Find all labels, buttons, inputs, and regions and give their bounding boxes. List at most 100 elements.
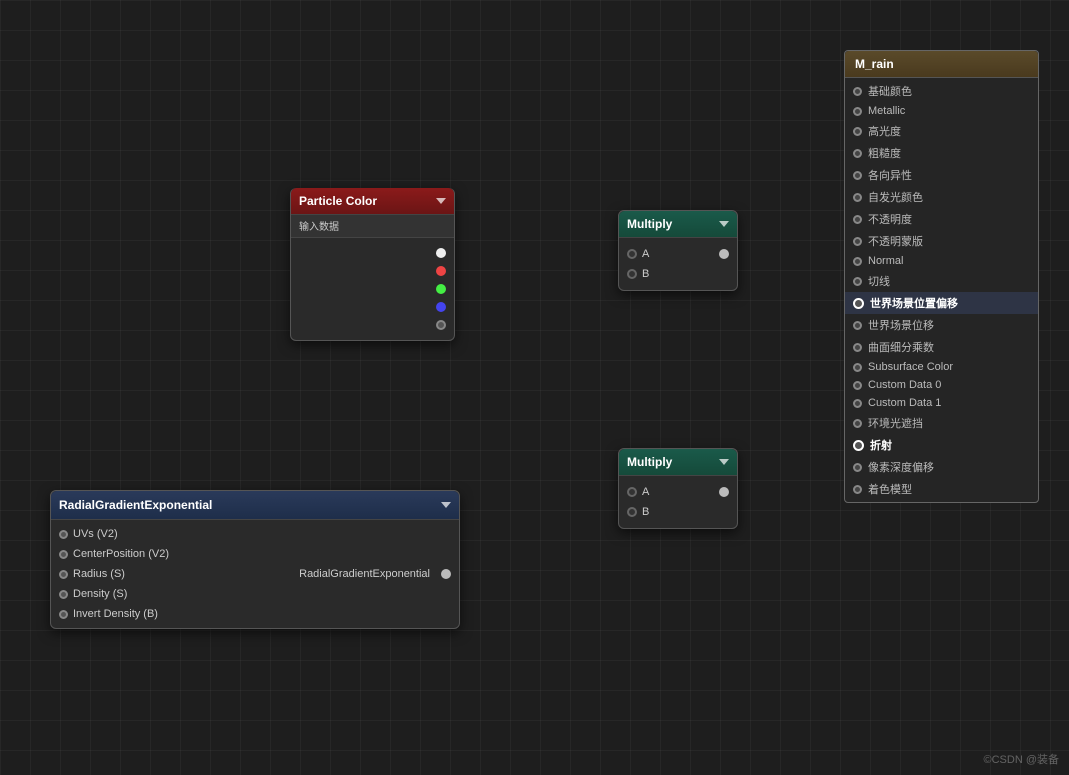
particle-color-node: Particle Color 输入数据 xyxy=(290,188,455,341)
radial-density-label: Density (S) xyxy=(73,588,127,600)
row-label-着色模型: 着色模型 xyxy=(868,481,912,497)
multiply2-pin-b-row: B xyxy=(619,502,737,522)
panel-row-折射[interactable]: 折射 xyxy=(845,434,1038,456)
row-label-世界场景位置偏移: 世界场景位置偏移 xyxy=(870,295,958,311)
radial-uvs-pin[interactable] xyxy=(59,530,68,539)
radial-header: RadialGradientExponential xyxy=(51,491,459,520)
row-label-像素深度偏移: 像素深度偏移 xyxy=(868,459,934,475)
panel-row-metallic[interactable]: Metallic xyxy=(845,102,1038,120)
row-label-切线: 切线 xyxy=(868,273,890,289)
panel-row-着色模型[interactable]: 着色模型 xyxy=(845,478,1038,500)
panel-row-环境光遮挡[interactable]: 环境光遮挡 xyxy=(845,412,1038,434)
row-label-粗糙度: 粗糙度 xyxy=(868,145,901,161)
radial-invert-label: Invert Density (B) xyxy=(73,608,158,620)
multiply2-pin-a-row: A xyxy=(619,482,737,502)
row-pin-世界场景位移 xyxy=(853,321,862,330)
radial-gradient-node: RadialGradientExponential UVs (V2) Cente… xyxy=(50,490,460,629)
multiply2-dropdown[interactable] xyxy=(719,459,729,465)
pin-blue[interactable] xyxy=(436,302,446,312)
particle-color-title: Particle Color xyxy=(299,194,377,208)
row-pin-subsurface xyxy=(853,363,862,372)
radial-output-pin[interactable] xyxy=(441,569,451,579)
pin-row-blue xyxy=(291,298,454,316)
pin-row-red xyxy=(291,262,454,280)
pin-gray[interactable] xyxy=(436,320,446,330)
panel-row-基础颜色[interactable]: 基础颜色 xyxy=(845,80,1038,102)
row-label-subsurface: Subsurface Color xyxy=(868,361,953,373)
row-label-环境光遮挡: 环境光遮挡 xyxy=(868,415,923,431)
panel-row-切线[interactable]: 切线 xyxy=(845,270,1038,292)
panel-row-粗糙度[interactable]: 粗糙度 xyxy=(845,142,1038,164)
panel-row-custom-data-1[interactable]: Custom Data 1 xyxy=(845,394,1038,412)
row-pin-custom-data-0 xyxy=(853,381,862,390)
panel-row-世界场景位置偏移[interactable]: 世界场景位置偏移 xyxy=(845,292,1038,314)
radial-center-pin[interactable] xyxy=(59,550,68,559)
panel-row-custom-data-0[interactable]: Custom Data 0 xyxy=(845,376,1038,394)
multiply2-body: A B xyxy=(619,476,737,528)
pin-white[interactable] xyxy=(436,248,446,258)
multiply-node-2: Multiply A B xyxy=(618,448,738,529)
radial-invert-pin[interactable] xyxy=(59,610,68,619)
radial-radius-label: Radius (S) xyxy=(73,568,125,580)
panel-row-高光度[interactable]: 高光度 xyxy=(845,120,1038,142)
radial-center-label: CenterPosition (V2) xyxy=(73,548,169,560)
row-pin-custom-data-1 xyxy=(853,399,862,408)
multiply1-pin-b-label: B xyxy=(642,268,649,280)
panel-row-不透明度[interactable]: 不透明度 xyxy=(845,208,1038,230)
panel-row-不透明蒙版[interactable]: 不透明蒙版 xyxy=(845,230,1038,252)
radial-dropdown[interactable] xyxy=(441,502,451,508)
pin-red[interactable] xyxy=(436,266,446,276)
multiply2-pin-a-label: A xyxy=(642,486,649,498)
row-label-不透明蒙版: 不透明蒙版 xyxy=(868,233,923,249)
multiply2-pin-b-in[interactable] xyxy=(627,507,637,517)
row-pin-自发光颜色 xyxy=(853,193,862,202)
multiply2-pin-a-in[interactable] xyxy=(627,487,637,497)
row-label-自发光颜色: 自发光颜色 xyxy=(868,189,923,205)
multiply1-header: Multiply xyxy=(619,211,737,238)
pin-row-white xyxy=(291,244,454,262)
pin-row-green xyxy=(291,280,454,298)
row-pin-环境光遮挡 xyxy=(853,419,862,428)
particle-color-body xyxy=(291,238,454,340)
row-label-高光度: 高光度 xyxy=(868,123,901,139)
panel-row-像素深度偏移[interactable]: 像素深度偏移 xyxy=(845,456,1038,478)
m-rain-header: M_rain xyxy=(845,51,1038,78)
pin-row-gray xyxy=(291,316,454,334)
panel-row-subsurface[interactable]: Subsurface Color xyxy=(845,358,1038,376)
panel-row-各向异性[interactable]: 各向异性 xyxy=(845,164,1038,186)
multiply1-dropdown[interactable] xyxy=(719,221,729,227)
panel-row-世界场景位移[interactable]: 世界场景位移 xyxy=(845,314,1038,336)
row-pin-metallic xyxy=(853,107,862,116)
multiply2-pin-out[interactable] xyxy=(719,487,729,497)
radial-uvs-label: UVs (V2) xyxy=(73,528,118,540)
radial-output: RadialGradientExponential xyxy=(291,520,459,628)
row-label-曲面细分乘数: 曲面细分乘数 xyxy=(868,339,934,355)
radial-inputs: UVs (V2) CenterPosition (V2) Radius (S) … xyxy=(51,520,291,628)
row-label-折射: 折射 xyxy=(870,437,892,453)
row-label-metallic: Metallic xyxy=(868,105,905,117)
radial-uvs-row: UVs (V2) xyxy=(51,524,291,544)
radial-density-pin[interactable] xyxy=(59,590,68,599)
m-rain-body: 基础颜色 Metallic 高光度 粗糙度 各向异性 自发光颜色 不透明度 不 xyxy=(845,78,1038,502)
radial-center-row: CenterPosition (V2) xyxy=(51,544,291,564)
panel-row-自发光颜色[interactable]: 自发光颜色 xyxy=(845,186,1038,208)
row-pin-着色模型 xyxy=(853,485,862,494)
multiply1-pin-b-in[interactable] xyxy=(627,269,637,279)
row-label-世界场景位移: 世界场景位移 xyxy=(868,317,934,333)
row-pin-不透明度 xyxy=(853,215,862,224)
multiply2-title: Multiply xyxy=(627,455,672,469)
radial-radius-pin[interactable] xyxy=(59,570,68,579)
pin-green[interactable] xyxy=(436,284,446,294)
m-rain-title: M_rain xyxy=(855,57,894,71)
row-label-normal: Normal xyxy=(868,255,903,267)
particle-color-dropdown[interactable] xyxy=(436,198,446,204)
multiply1-pin-a-in[interactable] xyxy=(627,249,637,259)
multiply1-pin-out[interactable] xyxy=(719,249,729,259)
row-pin-normal xyxy=(853,257,862,266)
row-pin-不透明蒙版 xyxy=(853,237,862,246)
multiply1-pin-b-row: B xyxy=(619,264,737,284)
row-pin-各向异性 xyxy=(853,171,862,180)
row-pin-基础颜色 xyxy=(853,87,862,96)
panel-row-曲面细分乘数[interactable]: 曲面细分乘数 xyxy=(845,336,1038,358)
panel-row-normal[interactable]: Normal xyxy=(845,252,1038,270)
